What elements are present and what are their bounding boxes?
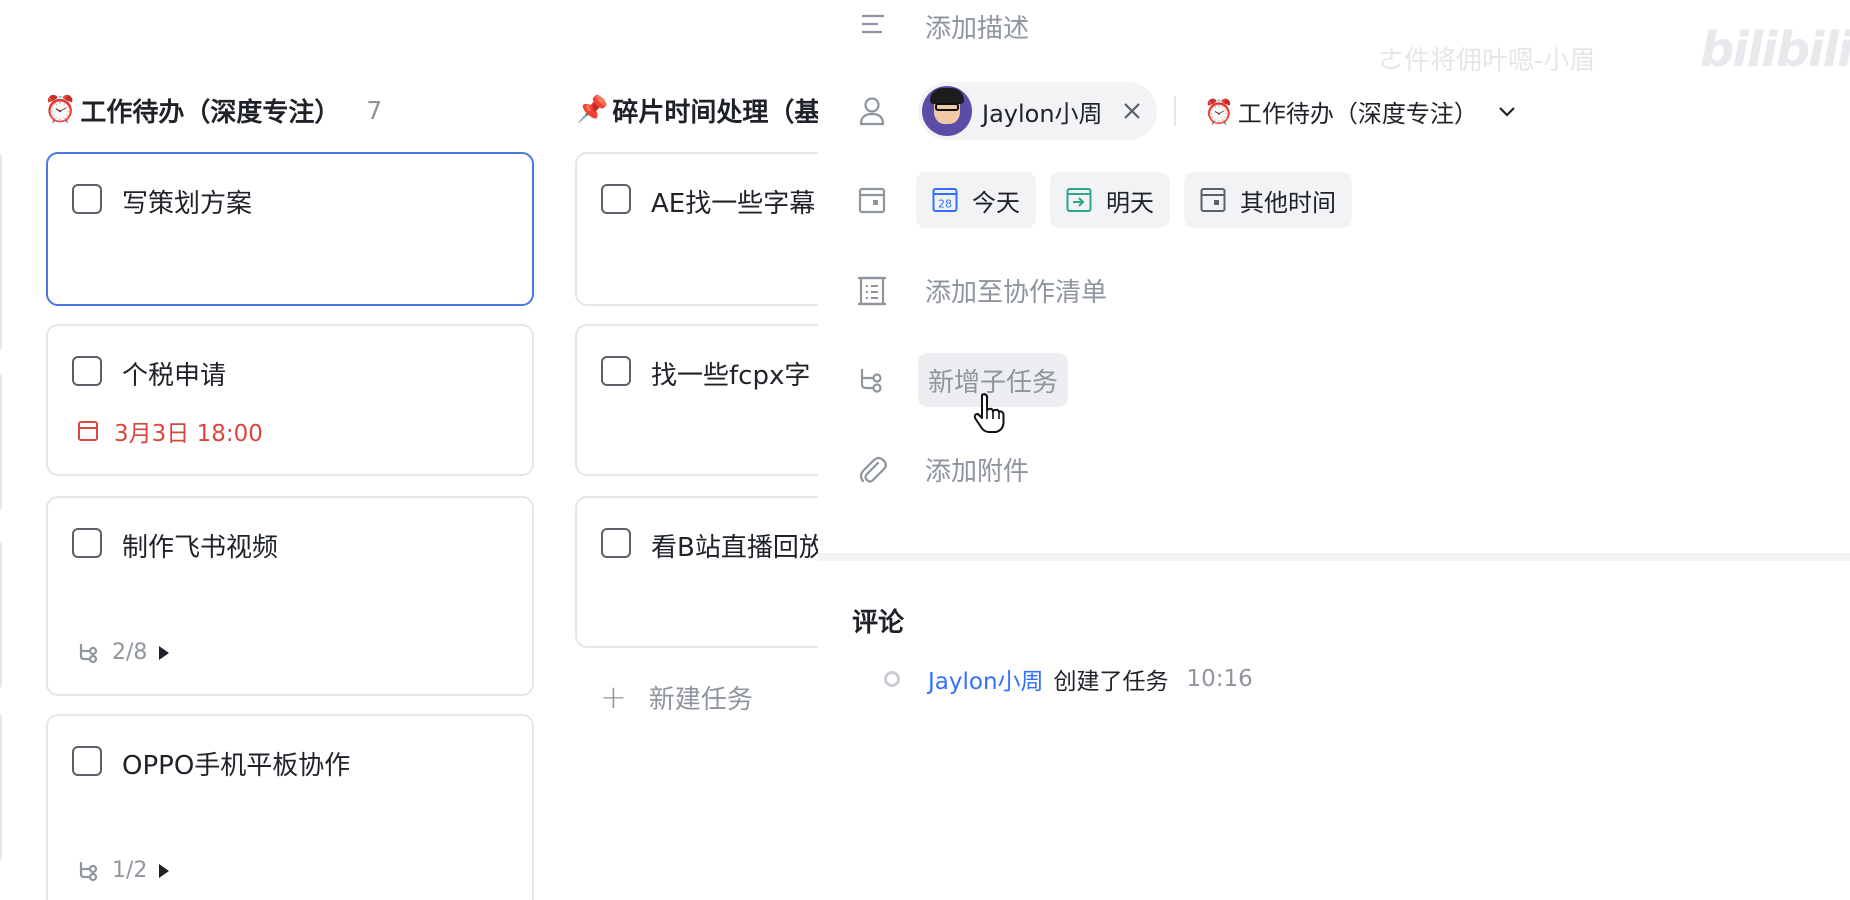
expand-triangle-icon[interactable]	[159, 863, 170, 878]
offscreen-card-edge	[0, 540, 2, 690]
date-chip-label: 今天	[972, 188, 1020, 217]
activity-time: 10:16	[1186, 666, 1253, 692]
list-icon	[858, 276, 886, 310]
date-chip-other[interactable]: 其他时间	[1184, 172, 1352, 228]
column-header-fragment[interactable]: 📌 碎片时间处理（基	[576, 92, 820, 128]
task-title: 制作飞书视频	[122, 533, 279, 563]
add-to-list-label[interactable]: 添加至协作清单	[925, 272, 1107, 309]
divider	[1174, 96, 1176, 126]
plus-icon: +	[600, 678, 627, 716]
description-icon	[858, 9, 888, 39]
list-select[interactable]: ⏰ 工作待办（深度专注）	[1204, 94, 1516, 129]
date-chip-label: 明天	[1106, 188, 1154, 217]
list-name: 工作待办（深度专注）	[1237, 100, 1478, 128]
task-card[interactable]: OPPO手机平板协作 1/2	[46, 714, 534, 900]
task-title: OPPO手机平板协作	[122, 751, 351, 781]
date-chip-tomorrow[interactable]: 明天	[1050, 172, 1170, 228]
calendar-tomorrow-icon	[1066, 188, 1092, 212]
chevron-down-icon	[1499, 106, 1515, 117]
offscreen-card-edge	[0, 152, 2, 352]
pushpin-icon: 📌	[576, 95, 609, 125]
task-card[interactable]: 制作飞书视频 2/8	[46, 496, 534, 696]
close-icon[interactable]	[1121, 100, 1143, 122]
task-title: 写策划方案	[122, 189, 253, 219]
column-count: 7	[366, 95, 383, 125]
task-checkbox[interactable]	[601, 356, 631, 386]
task-title: 看B站直播回放	[651, 533, 825, 563]
subtask-progress[interactable]: 2/8	[78, 640, 170, 665]
calendar-other-icon	[1200, 188, 1226, 212]
comments-title: 评论	[852, 608, 905, 638]
offscreen-card-edge	[0, 372, 2, 512]
task-title: AE找一些字幕	[651, 189, 816, 219]
task-detail-panel: 添加描述 Jaylon小周 ⏰ 工作待办（深度专注） 28 今天 明天 其他时间…	[818, 0, 1850, 900]
task-title: 个税申请	[122, 361, 227, 391]
column-title: 碎片时间处理（基	[612, 97, 821, 128]
subtask-count: 1/2	[112, 858, 148, 883]
task-card[interactable]: 个税申请 3月3日 18:00	[46, 324, 534, 476]
timeline-dot-icon	[884, 671, 900, 687]
date-icon	[858, 186, 886, 218]
date-chip-today[interactable]: 28 今天	[916, 172, 1036, 228]
column-title: 工作待办（深度专注）	[80, 97, 341, 128]
alarm-clock-icon: ⏰	[44, 95, 77, 125]
subtask-count: 2/8	[112, 640, 148, 665]
activity-user-link[interactable]: Jaylon小周	[928, 662, 1044, 696]
person-icon	[858, 96, 886, 130]
date-chip-label: 其他时间	[1240, 188, 1336, 217]
section-divider	[818, 553, 1850, 561]
bilibili-logo: bilibili	[1700, 22, 1850, 78]
activity-action: 创建了任务	[1053, 669, 1169, 695]
hand-cursor-icon	[973, 393, 1005, 433]
offscreen-card-edge	[0, 712, 2, 862]
calendar-today-icon: 28	[932, 188, 958, 212]
new-task-button[interactable]: + 新建任务	[600, 678, 753, 716]
description-placeholder[interactable]: 添加描述	[925, 8, 1029, 45]
expand-triangle-icon[interactable]	[159, 645, 170, 660]
subtask-progress[interactable]: 1/2	[78, 858, 170, 883]
avatar	[922, 86, 972, 136]
task-checkbox[interactable]	[72, 528, 102, 558]
task-checkbox[interactable]	[72, 184, 102, 214]
watermark-text: ㄜ件将佣叶嗯-小眉	[1378, 46, 1596, 76]
alarm-clock-icon: ⏰	[1204, 97, 1234, 126]
task-checkbox[interactable]	[72, 356, 102, 386]
assignee-chip[interactable]: Jaylon小周	[918, 82, 1157, 140]
column-header-work[interactable]: ⏰ 工作待办（深度专注） 7	[44, 92, 382, 128]
subtask-icon	[79, 861, 98, 881]
subtask-icon	[858, 366, 884, 398]
paperclip-icon	[858, 455, 888, 491]
task-checkbox[interactable]	[601, 184, 631, 214]
task-checkbox[interactable]	[72, 746, 102, 776]
subtask-icon	[79, 643, 98, 663]
add-attachment-label[interactable]: 添加附件	[925, 451, 1029, 488]
calendar-day-number: 28	[938, 198, 952, 211]
activity-entry: Jaylon小周 创建了任务 10:16	[884, 662, 1253, 696]
assignee-name: Jaylon小周	[982, 99, 1103, 128]
task-checkbox[interactable]	[601, 528, 631, 558]
task-title: 找一些fcpx字	[651, 361, 811, 391]
due-date-text: 3月3日 18:00	[114, 421, 263, 447]
new-task-label: 新建任务	[648, 684, 753, 715]
calendar-icon	[78, 421, 98, 441]
task-card[interactable]: 写策划方案	[46, 152, 534, 306]
due-date: 3月3日 18:00	[78, 414, 263, 448]
